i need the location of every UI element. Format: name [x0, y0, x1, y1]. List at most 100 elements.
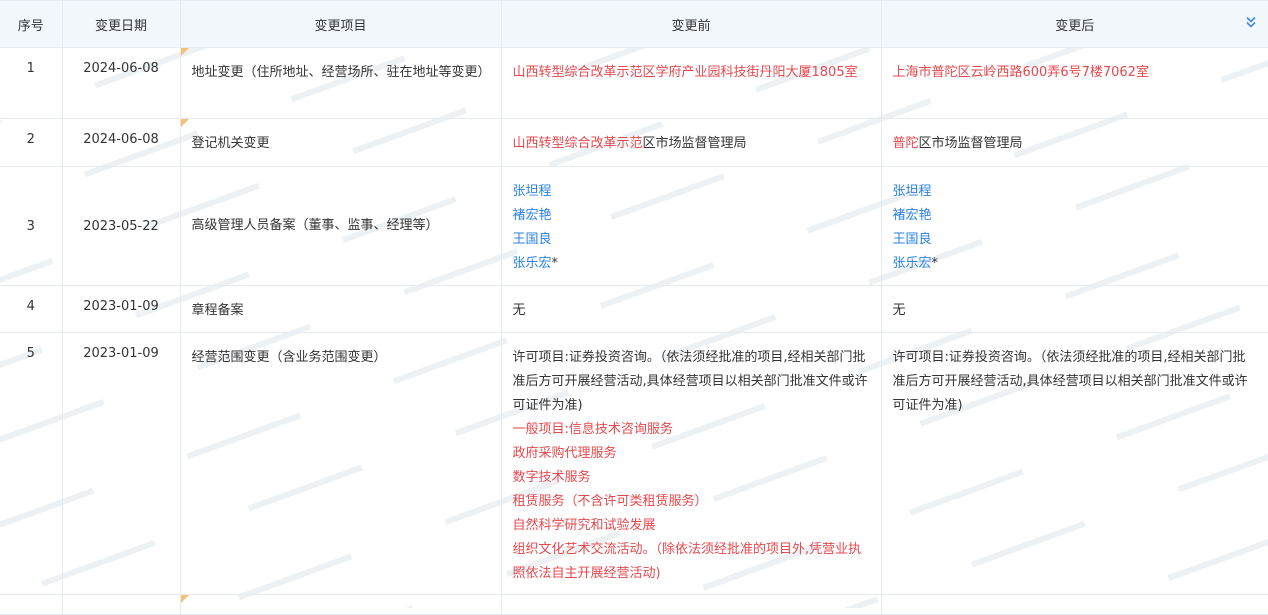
row-seq: 5 [0, 332, 63, 595]
person-link[interactable]: 褚宏艳 [513, 208, 552, 223]
row-after [880, 594, 1268, 615]
person-link[interactable]: 张乐宏 [513, 256, 552, 271]
table-row: 2 2024-06-08 登记机关变更 山西转型综合改革示范区市场监督管理局 普… [0, 118, 1268, 167]
row-after: 上海市普陀区云岭西路600弄6号7楼7062室 [880, 47, 1268, 119]
cell-line: 褚宏艳 [513, 204, 871, 228]
cell-text-segment: 租赁服务（不含许可类租赁服务） [512, 494, 708, 509]
cell-line: 张坦程 [513, 180, 871, 204]
table-row: 3 2023-05-22 高级管理人员备案（董事、监事、经理等） 张坦程褚宏艳王… [0, 166, 1268, 286]
cell-line: 上海市普陀区云岭西路600弄6号7楼7062室 [893, 61, 1259, 85]
table-header-row: 序号 变更日期 变更项目 变更前 变更后 [0, 0, 1268, 48]
cell-line: 王国良 [513, 228, 871, 252]
table-row: 5 2023-01-09 经营范围变更（含业务范围变更） 许可项目:证券投资咨询… [0, 332, 1268, 595]
person-link[interactable]: 王国良 [513, 232, 552, 247]
table-row-partial [0, 594, 1268, 615]
header-before[interactable]: 变更前 [500, 0, 882, 48]
cell-line: 政府采购代理服务 [513, 442, 871, 466]
table-body: 1 2024-06-08 地址变更（住所地址、经营场所、驻在地址等变更） 山西转… [0, 47, 1268, 615]
row-date: 2023-05-22 [61, 166, 181, 286]
cell-line: 无 [513, 299, 871, 323]
row-date: 2023-01-09 [61, 285, 181, 333]
row-date: 2023-01-09 [61, 332, 181, 595]
cell-line: 王国良 [893, 228, 1259, 252]
row-item-text: 经营范围变更（含业务范围变更） [191, 350, 387, 365]
cell-text-segment: 无 [892, 303, 906, 318]
row-before: 张坦程褚宏艳王国良张乐宏* [500, 166, 882, 286]
table-row: 4 2023-01-09 章程备案 无 无 [0, 285, 1268, 333]
table-row: 1 2024-06-08 地址变更（住所地址、经营场所、驻在地址等变更） 山西转… [0, 47, 1268, 119]
row-before: 许可项目:证券投资咨询。（依法须经批准的项目,经相关部门批准后方可开展经营活动,… [500, 332, 882, 595]
row-date: 2024-06-08 [61, 47, 181, 119]
cell-text-segment: 普陀 [892, 136, 919, 151]
cell-line: 组织文化艺术交流活动。（除依法须经批准的项目外,凭营业执照依法自主开展经营活动) [513, 538, 871, 586]
row-item-text: 地址变更（住所地址、经营场所、驻在地址等变更） [191, 65, 491, 80]
row-item: 高级管理人员备案（董事、监事、经理等） [179, 166, 502, 286]
header-date[interactable]: 变更日期 [61, 0, 181, 48]
edit-corner-mark [180, 119, 189, 127]
cell-line: 山西转型综合改革示范区市场监督管理局 [513, 132, 871, 156]
person-link[interactable]: 张坦程 [893, 184, 932, 199]
row-seq: 3 [0, 166, 63, 286]
cell-text-segment: 上海市普陀区云岭西路600弄6号7楼7062室 [892, 65, 1149, 80]
row-seq: 4 [0, 285, 63, 333]
row-seq: 1 [0, 47, 63, 119]
row-item-text: 登记机关变更 [191, 136, 270, 151]
row-before: 山西转型综合改革示范区市场监督管理局 [500, 118, 882, 167]
person-link[interactable]: 褚宏艳 [893, 208, 932, 223]
cell-text-segment: 政府采购代理服务 [512, 446, 617, 461]
row-date: 2024-06-08 [61, 118, 181, 167]
cell-line: 张乐宏* [513, 252, 871, 276]
row-before [500, 594, 882, 615]
row-seq [0, 594, 63, 615]
cell-line: 张乐宏* [893, 252, 1259, 276]
cell-text-segment: * [551, 256, 559, 271]
header-after[interactable]: 变更后 [880, 0, 1268, 48]
cell-line: 租赁服务（不含许可类租赁服务） [513, 490, 871, 514]
header-item[interactable]: 变更项目 [179, 0, 502, 48]
row-item-text: 章程备案 [191, 303, 244, 318]
double-chevron-down-icon-svg [1246, 16, 1256, 28]
header-seq[interactable]: 序号 [0, 0, 63, 48]
row-item: 登记机关变更 [179, 118, 502, 167]
cell-text-segment: 区市场监督管理局 [642, 136, 747, 151]
cell-text-segment: 数字技术服务 [512, 470, 591, 485]
person-link[interactable]: 张坦程 [513, 184, 552, 199]
person-link[interactable]: 王国良 [893, 232, 932, 247]
header-after-label: 变更后 [1055, 18, 1095, 34]
row-after: 张坦程褚宏艳王国良张乐宏* [880, 166, 1268, 286]
cell-line: 褚宏艳 [893, 204, 1259, 228]
cell-line: 许可项目:证券投资咨询。（依法须经批准的项目,经相关部门批准后方可开展经营活动,… [513, 346, 871, 418]
cell-line: 一般项目:信息技术咨询服务 [513, 418, 871, 442]
row-item-text: 高级管理人员备案（董事、监事、经理等） [191, 218, 439, 233]
change-record-table: 序号 变更日期 变更项目 变更前 变更后 1 2024-06-08 地址变更（住… [0, 0, 1268, 615]
row-item: 经营范围变更（含业务范围变更） [179, 332, 502, 595]
row-item: 章程备案 [179, 285, 502, 333]
row-before: 山西转型综合改革示范区学府产业园科技街丹阳大厦1805室 [500, 47, 882, 119]
cell-line: 许可项目:证券投资咨询。（依法须经批准的项目,经相关部门批准后方可开展经营活动,… [893, 346, 1259, 418]
row-item [179, 594, 502, 615]
cell-line: 无 [893, 299, 1259, 323]
double-chevron-down-icon[interactable] [1246, 16, 1256, 32]
cell-line: 普陀区市场监督管理局 [893, 132, 1259, 156]
cell-line: 山西转型综合改革示范区学府产业园科技街丹阳大厦1805室 [513, 61, 871, 85]
cell-text-segment: 一般项目:信息技术咨询服务 [512, 422, 673, 437]
cell-text-segment: 山西转型综合改革示范 [512, 136, 643, 151]
cell-text-segment: 无 [512, 303, 526, 318]
row-after: 无 [880, 285, 1268, 333]
cell-text-segment: 自然科学研究和试验发展 [512, 518, 656, 533]
cell-text-segment: 组织文化艺术交流活动。（除依法须经批准的项目外,凭营业执照依法自主开展经营活动) [512, 542, 862, 581]
row-date [61, 594, 181, 615]
cell-text-segment: * [931, 256, 939, 271]
cell-line: 数字技术服务 [513, 466, 871, 490]
row-seq: 2 [0, 118, 63, 167]
cell-text-segment: 区市场监督管理局 [918, 136, 1023, 151]
person-link[interactable]: 张乐宏 [893, 256, 932, 271]
cell-text-segment: 许可项目:证券投资咨询。（依法须经批准的项目,经相关部门批准后方可开展经营活动,… [892, 350, 1248, 413]
cell-line: 张坦程 [893, 180, 1259, 204]
row-after: 许可项目:证券投资咨询。（依法须经批准的项目,经相关部门批准后方可开展经营活动,… [880, 332, 1268, 595]
cell-text-segment: 山西转型综合改革示范区学府产业园科技街丹阳大厦1805室 [512, 65, 858, 80]
edit-corner-mark [180, 48, 189, 56]
cell-text-segment: 许可项目:证券投资咨询。（依法须经批准的项目,经相关部门批准后方可开展经营活动,… [512, 350, 868, 413]
cell-line: 自然科学研究和试验发展 [513, 514, 871, 538]
edit-corner-mark [180, 595, 189, 603]
